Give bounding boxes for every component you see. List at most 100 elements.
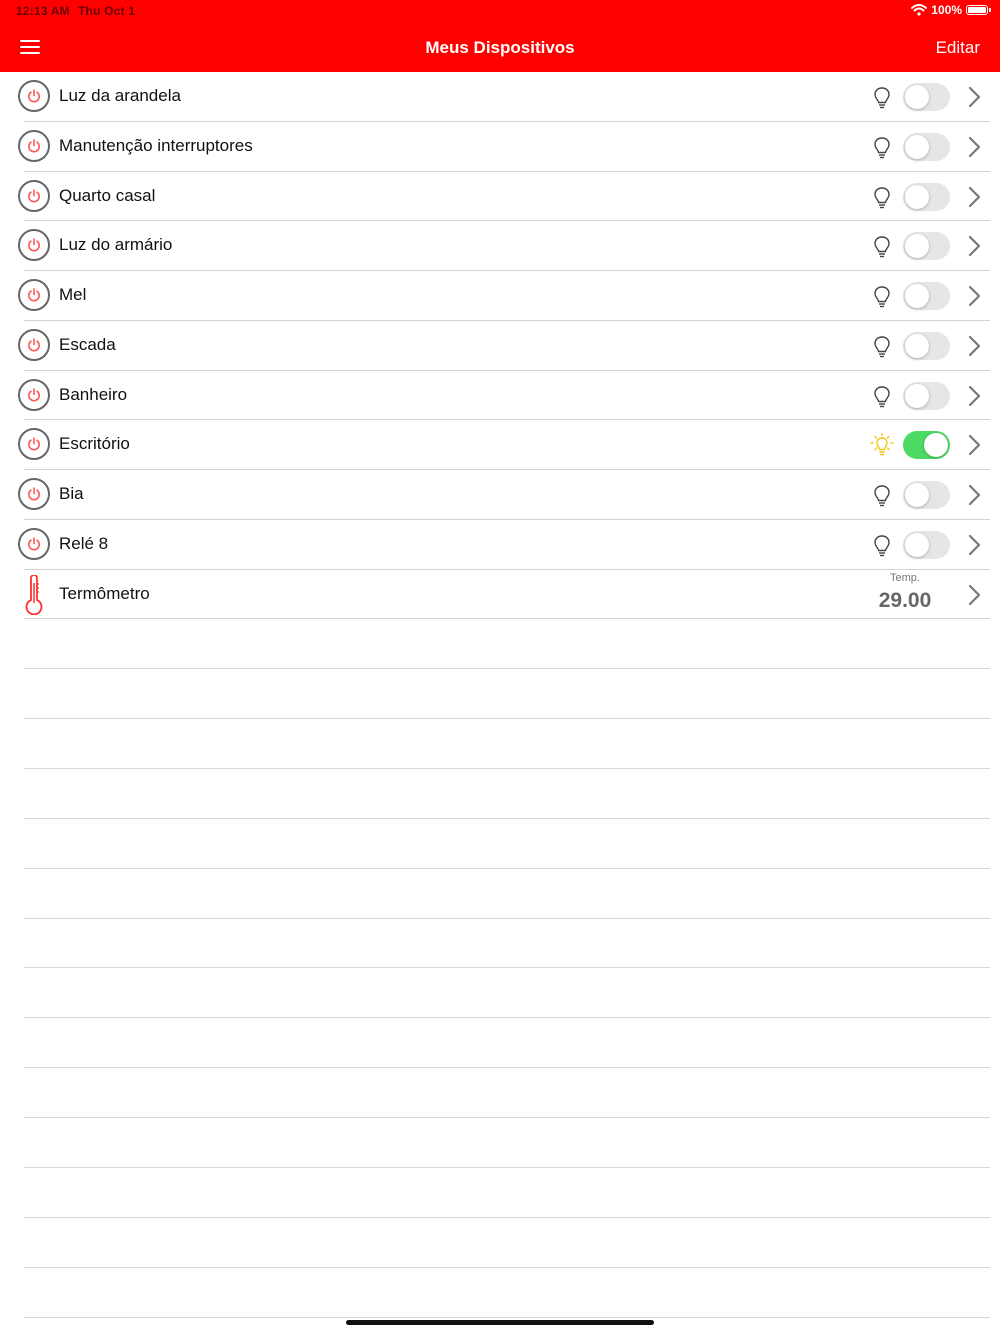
device-toggle[interactable] (903, 182, 950, 211)
device-row[interactable]: Bia (0, 470, 1000, 520)
device-label: Luz do armário (59, 235, 173, 255)
chevron-right-icon[interactable] (965, 483, 983, 507)
device-toggle[interactable] (903, 232, 950, 261)
toggle-knob (905, 85, 929, 109)
device-toggle[interactable] (903, 331, 950, 360)
device-label: Mel (59, 285, 87, 304)
device-label: Manutenção interruptores (59, 135, 253, 155)
power-icon[interactable] (18, 179, 50, 212)
empty-row (0, 919, 1000, 969)
chevron-right-icon[interactable] (965, 135, 983, 159)
device-toggle[interactable] (903, 431, 950, 460)
chevron-right-icon[interactable] (965, 85, 983, 109)
device-label: Banheiro (59, 384, 128, 404)
bulb-off-icon (870, 135, 894, 161)
device-row[interactable]: Relé 8 (0, 520, 1000, 570)
chevron-right-icon[interactable] (965, 284, 983, 308)
device-label: Escritório (59, 434, 130, 454)
wifi-icon (911, 4, 928, 16)
device-label: Relé 8 (59, 533, 109, 553)
chevron-right-icon[interactable] (965, 384, 983, 408)
chevron-right-icon[interactable] (965, 433, 983, 457)
chevron-right-icon[interactable] (965, 185, 983, 209)
empty-row (0, 1218, 1000, 1268)
row-divider (24, 1316, 990, 1318)
bulb-off-icon (870, 284, 894, 310)
page-title: Meus Dispositivos (425, 38, 575, 57)
device-row[interactable]: Luz da arandela (0, 72, 1000, 122)
toggle-knob (905, 234, 929, 259)
toggle-knob (905, 184, 929, 209)
bulb-off-icon (870, 234, 894, 260)
device-row[interactable]: Manutenção interruptores (0, 122, 1000, 172)
device-toggle[interactable] (903, 381, 950, 410)
device-toggle[interactable] (903, 530, 950, 559)
device-label: Bia (59, 484, 84, 503)
battery-percent: 100% (931, 3, 962, 17)
empty-row (0, 819, 1000, 869)
device-label: Quarto casal (59, 185, 156, 205)
device-row[interactable]: Luz do armário (0, 221, 1000, 271)
device-toggle[interactable] (903, 83, 950, 111)
temperature-value: 29.00 (878, 588, 932, 612)
device-label: Luz da arandela (59, 86, 181, 105)
empty-row (0, 769, 1000, 819)
power-icon[interactable] (18, 279, 50, 311)
device-toggle[interactable] (903, 132, 950, 161)
device-row[interactable]: Escada (0, 321, 1000, 371)
chevron-right-icon[interactable] (965, 583, 983, 607)
toggle-knob (905, 532, 929, 557)
chevron-right-icon[interactable] (965, 533, 983, 557)
bulb-off-icon (870, 384, 894, 410)
bulb-off-icon (870, 483, 894, 509)
toggle-knob (905, 284, 929, 308)
power-icon[interactable] (18, 527, 50, 560)
home-indicator[interactable] (346, 1320, 654, 1325)
empty-row (0, 1118, 1000, 1169)
chevron-right-icon[interactable] (965, 334, 983, 358)
bulb-off-icon (870, 185, 894, 211)
power-icon[interactable] (18, 378, 50, 411)
power-icon[interactable] (18, 328, 50, 361)
bulb-off-icon (870, 334, 894, 360)
bulb-on-icon (870, 433, 894, 459)
device-list: Luz da arandela Manutenção interruptores Q… (0, 72, 1000, 1318)
empty-row (0, 1068, 1000, 1119)
toggle-knob (905, 134, 929, 159)
device-row[interactable]: Quarto casal (0, 172, 1000, 222)
empty-row (0, 669, 1000, 720)
empty-row (0, 1018, 1000, 1069)
status-indicators: 100% (911, 3, 991, 17)
device-row[interactable]: Escritório (0, 420, 1000, 470)
chevron-right-icon[interactable] (965, 234, 983, 258)
thermometer-row[interactable]: Termômetro Temp. 29.00 (0, 570, 1000, 620)
device-row[interactable]: Banheiro (0, 371, 1000, 421)
toggle-knob (924, 433, 948, 458)
power-icon[interactable] (18, 478, 50, 510)
device-toggle[interactable] (903, 282, 950, 310)
toggle-knob (905, 483, 929, 507)
power-icon[interactable] (18, 80, 50, 112)
edit-button[interactable]: Editar (936, 38, 980, 58)
battery-icon (966, 5, 991, 15)
device-row[interactable]: Mel (0, 271, 1000, 321)
temperature-caption: Temp. (890, 571, 920, 584)
empty-row (0, 1168, 1000, 1218)
empty-row (0, 619, 1000, 670)
power-icon[interactable] (18, 229, 50, 262)
power-icon[interactable] (18, 428, 50, 461)
empty-row (0, 968, 1000, 1019)
power-icon[interactable] (18, 129, 50, 162)
device-toggle[interactable] (903, 481, 950, 509)
toggle-knob (905, 333, 929, 358)
nav-bar: 12:13 AM Thu Oct 1 100% Meus Dispositivo… (0, 0, 1000, 72)
empty-row (0, 1268, 1000, 1318)
empty-row (0, 719, 1000, 769)
thermometer-label: Termômetro (59, 583, 150, 603)
empty-row (0, 869, 1000, 919)
status-time: 12:13 AM (16, 4, 70, 18)
toggle-knob (905, 383, 929, 408)
bulb-off-icon (870, 533, 894, 559)
thermometer-icon (20, 573, 48, 615)
device-label: Escada (59, 334, 116, 354)
